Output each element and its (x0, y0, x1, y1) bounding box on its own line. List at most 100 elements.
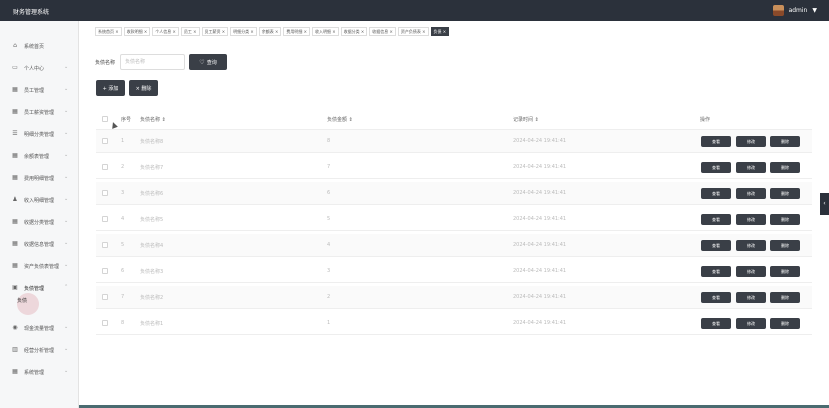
view-button[interactable]: 查看 (701, 136, 731, 147)
row-delete-button[interactable]: 删除 (770, 162, 800, 173)
search-input[interactable] (120, 54, 185, 70)
row-checkbox[interactable] (102, 138, 108, 144)
row-checkbox[interactable] (102, 242, 108, 248)
tab-5[interactable]: 员工薪资 × (201, 27, 229, 36)
tab-10[interactable]: 收据分类 × (340, 27, 368, 36)
sidebar-item-6[interactable]: ▦ 余额表管理 ⌄ (0, 149, 79, 163)
header-name[interactable]: 负债名称 ⇕ (140, 116, 166, 123)
view-button[interactable]: 查看 (701, 292, 731, 303)
sidebar-item-1[interactable]: ⌂ 系统首页 (0, 39, 79, 53)
row-delete-button[interactable]: 删除 (770, 318, 800, 329)
view-button[interactable]: 查看 (701, 188, 731, 199)
row-delete-button[interactable]: 删除 (770, 188, 800, 199)
sidebar-item-13[interactable]: ◉ 现金流量管理 ⌄ (0, 321, 79, 335)
tab-2[interactable]: 收款明细 × (123, 27, 151, 36)
sidebar-item-7[interactable]: ▦ 费用明细管理 ⌄ (0, 171, 79, 185)
row-checkbox[interactable] (102, 294, 108, 300)
cell-name: 负债名称1 (140, 321, 164, 327)
tab-12[interactable]: 资产负债表 × (397, 27, 429, 36)
sidebar-item-label: 明细分类管理 (24, 132, 55, 138)
sidebar-item-3[interactable]: ▦ 员工管理 ⌄ (0, 83, 79, 97)
table-row: 7 负债名称2 2 2024-04-24 19:41:41 查看 修改 删除 (96, 286, 812, 309)
edit-button[interactable]: 修改 (736, 292, 766, 303)
row-delete-button[interactable]: 删除 (770, 214, 800, 225)
row-checkbox[interactable] (102, 216, 108, 222)
sidebar-item-9[interactable]: ▦ 收据分类管理 ⌄ (0, 215, 79, 229)
sidebar-item-label: 系统首页 (24, 44, 45, 50)
sidebar-item-14[interactable]: ▥ 经营分析管理 ⌄ (0, 343, 79, 357)
list-icon: ☰ (12, 130, 18, 137)
cell-amount: 6 (327, 190, 331, 196)
app-title: 财务管理系统 (13, 9, 50, 16)
collapse-handle[interactable]: ‹ (820, 193, 829, 215)
add-button[interactable]: + 添加 (96, 80, 125, 96)
row-delete-button[interactable]: 删除 (770, 240, 800, 251)
view-button[interactable]: 查看 (701, 266, 731, 277)
cell-index: 1 (121, 138, 125, 144)
sidebar-subitem-liability[interactable]: 负债 (17, 297, 27, 304)
sidebar-item-label: 收据信息管理 (24, 242, 55, 248)
edit-button[interactable]: 修改 (736, 318, 766, 329)
chevron-down-icon[interactable]: ▼ (812, 7, 817, 14)
home-icon: ⌂ (13, 42, 17, 49)
tab-1[interactable]: 系统首页 × (95, 27, 122, 36)
row-checkbox[interactable] (102, 320, 108, 326)
tab-4[interactable]: 员工 × (180, 27, 200, 36)
tab-7[interactable]: 余额表 × (258, 27, 282, 36)
tab-9[interactable]: 收入明细 × (312, 27, 339, 36)
view-button[interactable]: 查看 (701, 214, 731, 225)
edit-button[interactable]: 修改 (736, 214, 766, 225)
sidebar-item-2[interactable]: ▭ 个人中心 ⌄ (0, 61, 79, 75)
bar-chart-icon: ▥ (12, 346, 18, 353)
tab-8[interactable]: 费用明细 × (283, 27, 310, 36)
sidebar-item-15[interactable]: ▦ 系统管理 ⌄ (0, 365, 79, 379)
row-checkbox[interactable] (102, 164, 108, 170)
select-all-checkbox[interactable] (102, 116, 108, 122)
sidebar-item-5[interactable]: ☰ 明细分类管理 ⌄ (0, 127, 79, 141)
edit-button[interactable]: 修改 (736, 188, 766, 199)
grid-icon: ▦ (12, 108, 18, 115)
sidebar-item-label: 员工管理 (24, 88, 45, 94)
cell-time: 2024-04-24 19:41:41 (513, 164, 567, 170)
view-button[interactable]: 查看 (701, 318, 731, 329)
grid-icon: ▦ (12, 262, 18, 269)
sidebar-item-4[interactable]: ▦ 员工薪资管理 ⌄ (0, 105, 79, 119)
sidebar-item-12[interactable]: ▣ 负债管理 ⌃ (0, 281, 79, 295)
user-menu[interactable]: admin ▼ (772, 5, 817, 16)
edit-button[interactable]: 修改 (736, 162, 766, 173)
view-button[interactable]: 查看 (701, 240, 731, 251)
cell-amount: 3 (327, 268, 331, 274)
user-name[interactable]: admin (789, 7, 808, 14)
chevron-icon: ⌄ (64, 64, 69, 70)
tab-11[interactable]: 收据信息 × (369, 27, 396, 36)
edit-button[interactable]: 修改 (736, 240, 766, 251)
row-checkbox[interactable] (102, 268, 108, 274)
chevron-icon: ⌄ (64, 196, 69, 202)
tab-3[interactable]: 个人信息 × (152, 27, 179, 36)
grid-icon: ▦ (12, 240, 18, 247)
row-checkbox[interactable] (102, 190, 108, 196)
grid-icon: ▦ (12, 152, 18, 159)
cell-name: 负债名称3 (140, 269, 164, 275)
table-header: 序号 负债名称 ⇕ 负债金额 ⇕ 记录时间 ⇕ 操作 (96, 108, 812, 130)
sidebar-item-11[interactable]: ▦ 资产负债表管理 ⌄ (0, 259, 79, 273)
cell-index: 6 (121, 268, 125, 274)
search-button[interactable]: ♡ 查询 (189, 54, 227, 70)
sidebar-item-label: 收入明细管理 (24, 198, 55, 204)
header-amount[interactable]: 负债金额 ⇕ (327, 116, 353, 123)
row-delete-button[interactable]: 删除 (770, 266, 800, 277)
tab-6[interactable]: 明细分类 × (230, 27, 257, 36)
header-time[interactable]: 记录时间 ⇕ (513, 116, 539, 123)
edit-button[interactable]: 修改 (736, 136, 766, 147)
delete-button[interactable]: × 删除 (129, 80, 158, 96)
cell-name: 负债名称2 (140, 295, 164, 301)
avatar[interactable] (772, 5, 784, 16)
view-button[interactable]: 查看 (701, 162, 731, 173)
tab-13[interactable]: 负债 × (430, 27, 450, 36)
row-delete-button[interactable]: 删除 (770, 136, 800, 147)
row-delete-button[interactable]: 删除 (770, 292, 800, 303)
sidebar-item-8[interactable]: ♟ 收入明细管理 ⌄ (0, 193, 79, 207)
cell-time: 2024-04-24 19:41:41 (513, 320, 567, 326)
edit-button[interactable]: 修改 (736, 266, 766, 277)
sidebar-item-10[interactable]: ▦ 收据信息管理 ⌄ (0, 237, 79, 251)
